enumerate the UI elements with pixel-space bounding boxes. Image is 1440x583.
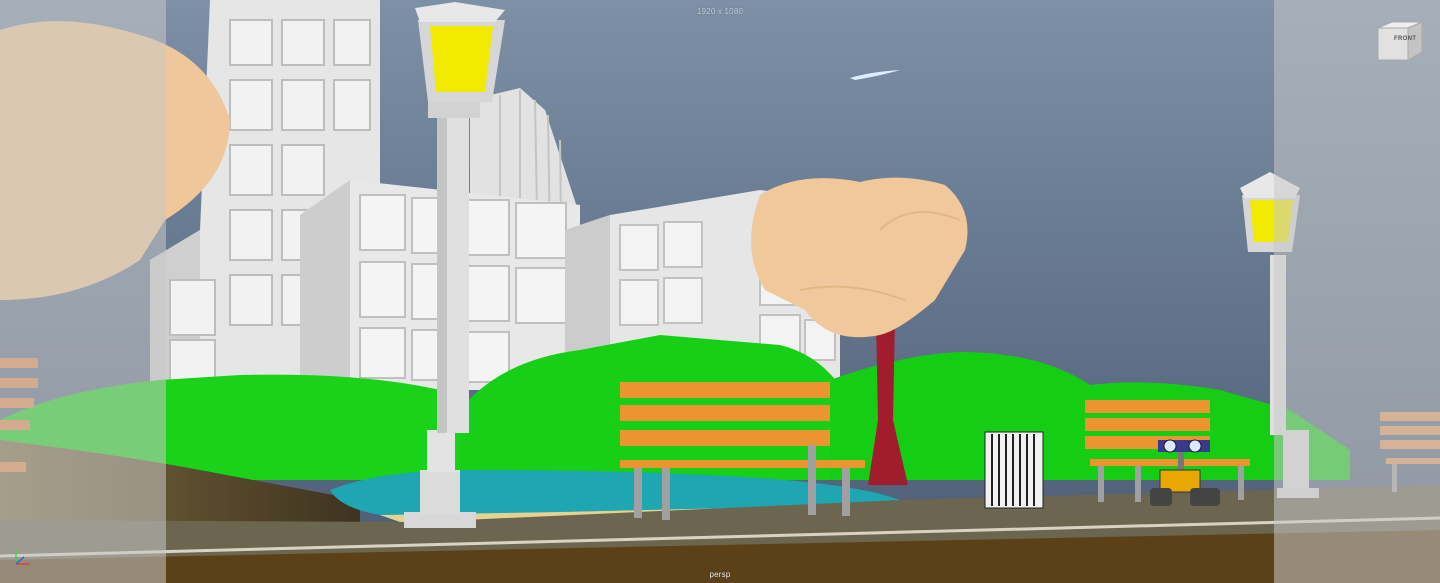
maya-perspective-viewport[interactable]: 1920 x 1080 persp FRONT bbox=[0, 0, 1440, 583]
resolution-gate-mask-right bbox=[1274, 0, 1440, 583]
trash-can bbox=[984, 431, 1044, 509]
view-cube-icon[interactable]: FRONT bbox=[1374, 20, 1424, 62]
resolution-gate-mask-left bbox=[0, 0, 166, 583]
view-cube-front-label: FRONT bbox=[1394, 36, 1417, 42]
axis-gizmo-icon bbox=[15, 550, 30, 565]
3d-scene-render[interactable] bbox=[0, 0, 1440, 583]
camera-name-label: persp bbox=[709, 570, 731, 579]
resolution-gate-label: 1920 x 1080 bbox=[696, 7, 744, 16]
